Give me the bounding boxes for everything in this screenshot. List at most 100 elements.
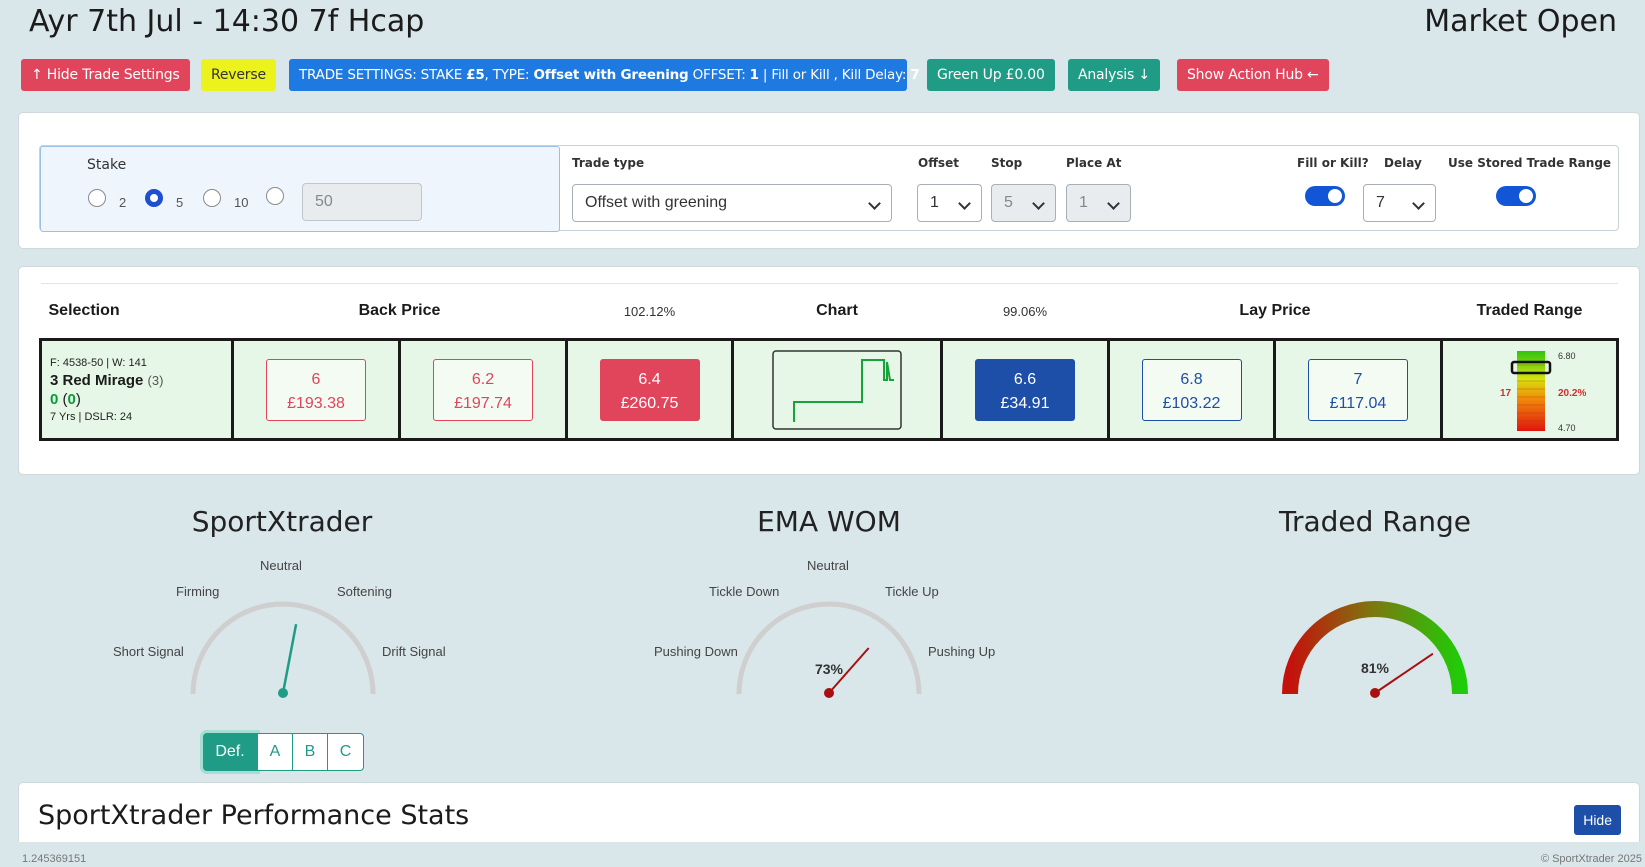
lay-cell-best[interactable]: 6.6 £34.91 [940, 338, 1110, 441]
back-price: 6.4 [638, 370, 661, 388]
stop-label: Stop [991, 156, 1023, 170]
trade-settings-panel: Stake 2 5 10 50 Trade type Offset with g… [18, 112, 1640, 249]
back-cell-best[interactable]: 6.4 £260.75 [565, 338, 734, 441]
ema-gauge-title: EMA WOM [757, 505, 901, 538]
header-traded-range: Traded Range [1441, 283, 1618, 340]
trade-type-select[interactable]: Offset with greening [572, 184, 892, 222]
back-amount: £197.74 [454, 394, 512, 412]
range-high: 6.80 [1558, 351, 1576, 361]
trade-type-label: Trade type [572, 156, 645, 170]
header-lay-price: Lay Price [1108, 283, 1442, 340]
back-price: 6.2 [471, 370, 495, 388]
chart-cell[interactable] [731, 338, 943, 441]
traded-range-cell: 6.80 4.70 17 20.2% [1440, 338, 1619, 441]
header-chart: Chart [732, 283, 942, 340]
reverse-button[interactable]: Reverse [201, 59, 276, 91]
sportx-neutral-label: Neutral [260, 558, 302, 573]
fill-or-kill-toggle[interactable] [1305, 186, 1345, 206]
lay-amount: £103.22 [1162, 394, 1221, 412]
offset-select[interactable]: 1 [917, 184, 982, 222]
show-action-hub-button[interactable]: Show Action Hub ← [1177, 59, 1329, 91]
trade-settings-row: Stake 2 5 10 50 Trade type Offset with g… [39, 145, 1619, 232]
mode-c-button[interactable]: C [327, 733, 364, 771]
back-amount: £193.38 [287, 394, 345, 412]
ema-gauge: 73% [736, 601, 922, 698]
ema-pushing-up-label: Pushing Up [928, 644, 996, 659]
race-title: Ayr 7th Jul - 14:30 7f Hcap [29, 4, 425, 39]
sportx-softening-label: Softening [337, 584, 392, 599]
header-back-pct: 102.12% [566, 283, 733, 340]
ema-neutral-label: Neutral [807, 558, 849, 573]
sportx-gauge [190, 601, 376, 698]
stored-range-label: Use Stored Trade Range [1448, 156, 1612, 170]
lay-price-box[interactable]: 7 £117.04 [1308, 358, 1408, 421]
lay-cell-2[interactable]: 6.8 £103.22 [1107, 338, 1276, 441]
best-back-price-box[interactable]: 6.4 £260.75 [599, 358, 700, 421]
traded-range-bar: 6.80 4.70 17 20.2% [1500, 350, 1586, 433]
ema-value: 73% [815, 661, 844, 677]
stake-radio-5-label: 5 [176, 195, 184, 210]
chevron-down-icon [1032, 197, 1045, 210]
delay-label: Delay [1384, 156, 1422, 170]
price-chart[interactable] [772, 349, 902, 430]
runner-form: F: 4538-50 | W: 141 [50, 356, 147, 369]
range-left: 17 [1500, 388, 1512, 399]
place-at-select[interactable]: 1 [1066, 184, 1131, 222]
fill-or-kill-label: Fill or Kill? [1297, 156, 1369, 170]
range-gauge-title: Traded Range [1278, 505, 1472, 538]
chevron-down-icon [958, 197, 971, 210]
stop-select[interactable]: 5 [991, 184, 1056, 222]
ema-tickle-down-label: Tickle Down [709, 584, 780, 599]
runner-draw: (3) [147, 372, 164, 388]
delay-select[interactable]: 7 [1363, 184, 1436, 222]
performance-stats-title: SportXtrader Performance Stats [38, 800, 470, 831]
stake-radio-2[interactable] [88, 189, 106, 207]
lay-cell-3[interactable]: 7 £117.04 [1273, 338, 1443, 441]
ladder-table: Selection Back Price 102.12% Chart 99.06… [39, 283, 1619, 441]
trade-settings-type-label: , TYPE: [484, 67, 534, 83]
back-cell-3[interactable]: 6 £193.38 [231, 338, 401, 441]
chevron-down-icon [1412, 197, 1425, 210]
stored-range-toggle[interactable] [1496, 186, 1536, 206]
trade-settings-offset: 1 [749, 67, 759, 83]
header-lay-pct: 99.06% [941, 283, 1109, 340]
mode-def-button[interactable]: Def. [203, 733, 257, 771]
mode-b-button[interactable]: B [292, 733, 328, 771]
back-cell-2[interactable]: 6.2 £197.74 [398, 338, 568, 441]
trade-settings-summary-button[interactable]: TRADE SETTINGS: STAKE £5, TYPE: Offset w… [289, 59, 920, 91]
stake-radio-10-label: 10 [234, 195, 249, 210]
stake-label: Stake [87, 157, 127, 173]
hide-trade-settings-button[interactable]: ↑ Hide Trade Settings [21, 59, 190, 91]
sportx-needle [281, 623, 298, 694]
stake-radio-custom[interactable] [266, 187, 284, 205]
runner-info: 7 Yrs | DSLR: 24 [50, 410, 133, 423]
range-low: 4.70 [1558, 423, 1576, 433]
mode-a-button[interactable]: A [257, 733, 293, 771]
trade-settings-offset-label: OFFSET: [688, 67, 750, 83]
stake-radio-10[interactable] [203, 189, 221, 207]
offset-value: 1 [930, 194, 939, 211]
runner-name: 3 Red Mirage [50, 371, 144, 389]
lay-price: 6.8 [1180, 370, 1203, 388]
back-price-box[interactable]: 6 £193.38 [266, 358, 366, 421]
stake-custom-input[interactable]: 50 [302, 183, 422, 221]
offset-label: Offset [918, 156, 959, 170]
best-lay-price-box[interactable]: 6.6 £34.91 [975, 358, 1075, 421]
hide-stats-button[interactable]: Hide [1574, 805, 1621, 835]
lay-price: 6.6 [1013, 370, 1037, 388]
lay-price-box[interactable]: 6.8 £103.22 [1141, 358, 1242, 421]
market-id: 1.245369151 [22, 853, 87, 865]
stop-value: 5 [1004, 194, 1013, 211]
analysis-button[interactable]: Analysis ↓ [1068, 59, 1160, 91]
back-amount: £260.75 [620, 394, 679, 412]
stake-radio-5[interactable] [145, 189, 163, 207]
green-up-button[interactable]: Green Up £0.00 [927, 59, 1055, 91]
sportx-gauge-title: SportXtrader [191, 505, 373, 538]
ema-pushing-down-label: Pushing Down [654, 644, 738, 659]
ema-tickle-up-label: Tickle Up [885, 584, 939, 599]
back-price-box[interactable]: 6.2 £197.74 [433, 358, 533, 421]
stake-group: Stake 2 5 10 50 [40, 146, 560, 232]
selection-cell[interactable]: F: 4538-50 | W: 141 3 Red Mirage (3) 0 (… [39, 338, 234, 441]
sportx-short-signal-label: Short Signal [113, 644, 184, 659]
runner-name-line: 3 Red Mirage (3) [50, 372, 231, 389]
